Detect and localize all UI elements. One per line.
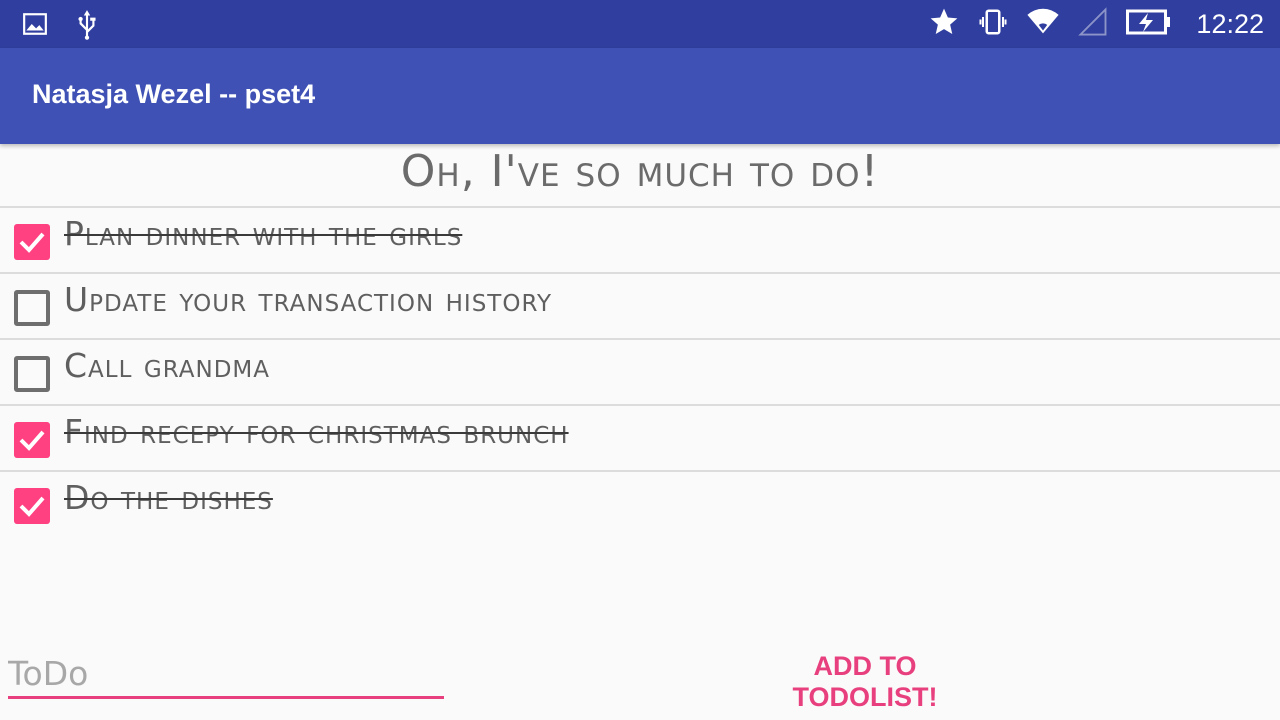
todo-input[interactable] (8, 650, 444, 699)
star-icon (928, 6, 960, 42)
status-bar: 12:22 (0, 0, 1280, 48)
todo-checkbox-checked[interactable] (14, 422, 50, 458)
todo-checkbox-checked[interactable] (14, 224, 50, 260)
todo-item[interactable]: Do the dishes (0, 472, 1280, 536)
todo-text: Call grandma (64, 346, 270, 385)
battery-charging-icon (1126, 9, 1172, 39)
todo-input-wrapper (8, 650, 444, 702)
todo-item[interactable]: Call grandma (0, 340, 1280, 406)
todo-item[interactable]: Update your transaction history (0, 274, 1280, 340)
todo-text: Update your transaction history (64, 280, 553, 319)
status-clock: 12:22 (1196, 8, 1264, 39)
wifi-icon (1026, 7, 1060, 41)
usb-icon (74, 8, 100, 44)
todo-item[interactable]: Plan dinner with the girls (0, 208, 1280, 274)
checkmark-icon (19, 430, 45, 451)
image-icon (22, 11, 48, 41)
add-to-todolist-button[interactable]: ADD TO TODOLIST! (740, 650, 990, 712)
todo-checkbox-unchecked[interactable] (14, 290, 50, 326)
todo-text: Plan dinner with the girls (64, 214, 463, 253)
checkmark-icon (19, 232, 45, 253)
cell-signal-icon (1078, 7, 1108, 41)
todo-checkbox-unchecked[interactable] (14, 356, 50, 392)
status-left-icons (22, 8, 100, 44)
app-title: Natasja Wezel -- pset4 (32, 79, 316, 109)
status-right-icons: 12:22 (928, 6, 1264, 42)
checkmark-icon (19, 496, 45, 517)
todo-item[interactable]: Find recepy for christmas brunch (0, 406, 1280, 472)
todo-text: Do the dishes (64, 478, 273, 517)
page-heading: Oh, I've so much to do! (400, 146, 880, 197)
todo-list: Plan dinner with the girls Update your t… (0, 206, 1280, 536)
vibrate-icon (978, 7, 1008, 41)
todo-checkbox-checked[interactable] (14, 488, 50, 524)
app-bar: Natasja Wezel -- pset4 (0, 48, 1280, 144)
todo-text: Find recepy for christmas brunch (64, 412, 569, 451)
